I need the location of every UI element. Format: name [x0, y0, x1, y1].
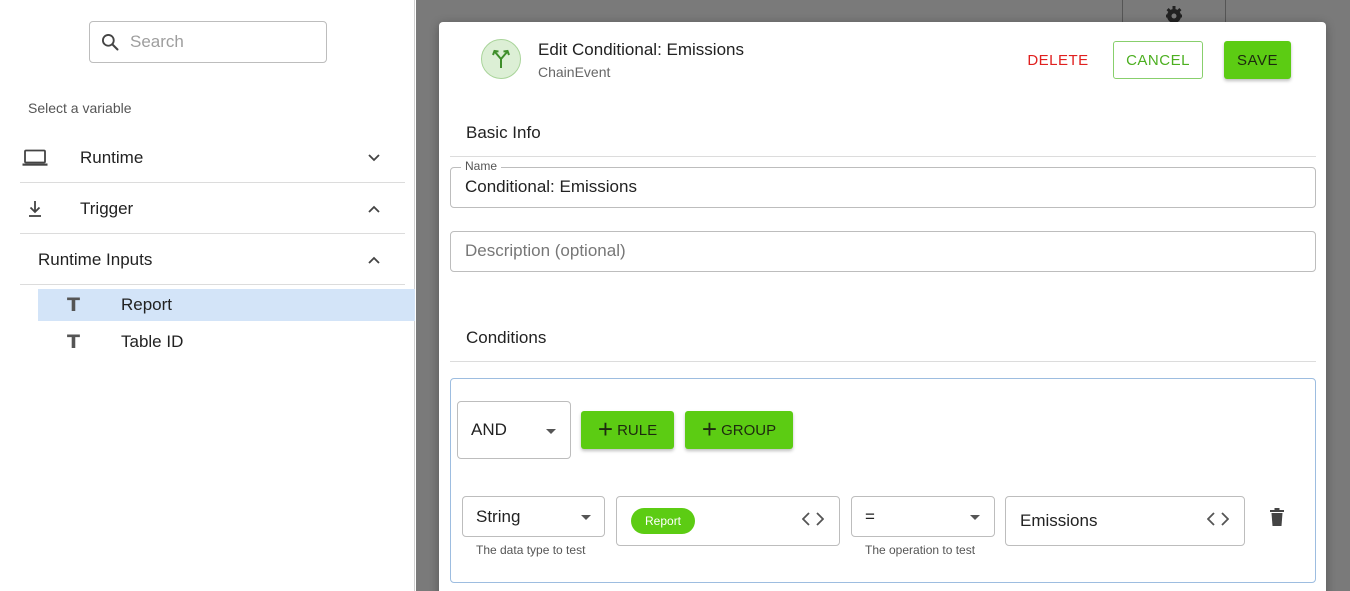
- text-type-icon: T: [67, 331, 80, 353]
- gear-icon: [1166, 6, 1182, 23]
- description-input[interactable]: [465, 241, 1285, 261]
- input-item-label: Report: [121, 295, 173, 314]
- name-input[interactable]: [465, 177, 1285, 197]
- data-type-select[interactable]: String: [462, 496, 605, 537]
- search-box[interactable]: [89, 21, 327, 63]
- add-group-button[interactable]: + GROUP: [685, 411, 793, 449]
- conditions-builder: AND + RULE + GROUP String The data type …: [450, 378, 1316, 583]
- branch-icon: [481, 39, 521, 79]
- plus-icon: +: [701, 413, 718, 444]
- operator-helper: The operation to test: [865, 543, 976, 557]
- add-group-label: GROUP: [721, 421, 777, 439]
- plus-icon: +: [597, 413, 614, 444]
- dropdown-arrow-icon: [546, 429, 556, 434]
- sidebar-item-label: Runtime Inputs: [38, 249, 153, 269]
- input-item-report[interactable]: T Report: [38, 289, 415, 321]
- right-operand-value: Emissions: [1020, 511, 1098, 530]
- edit-conditional-dialog: Edit Conditional: Emissions ChainEvent D…: [439, 22, 1326, 591]
- search-input[interactable]: [130, 32, 310, 52]
- combinator-select[interactable]: AND: [457, 401, 571, 459]
- dropdown-arrow-icon: [970, 515, 980, 520]
- dropdown-arrow-icon: [581, 515, 591, 520]
- operator-value: =: [865, 506, 875, 526]
- name-field[interactable]: Name: [450, 159, 1316, 208]
- basic-info-heading: Basic Info: [466, 123, 541, 142]
- delete-button[interactable]: DELETE: [1019, 42, 1097, 78]
- operator-select[interactable]: =: [851, 496, 995, 537]
- code-icon[interactable]: [1207, 511, 1229, 527]
- left-operand-input[interactable]: Report: [616, 496, 840, 546]
- chevron-up-icon[interactable]: [367, 202, 381, 216]
- chevron-up-icon[interactable]: [367, 253, 381, 267]
- save-button[interactable]: SAVE: [1224, 41, 1291, 79]
- search-icon: [102, 34, 119, 51]
- text-type-icon: T: [67, 294, 80, 316]
- trash-icon[interactable]: [1269, 508, 1285, 526]
- data-type-helper: The data type to test: [476, 543, 586, 557]
- combinator-value: AND: [471, 420, 507, 439]
- description-field[interactable]: [450, 231, 1316, 272]
- download-arrow-icon: [22, 199, 48, 219]
- sidebar-item-runtime[interactable]: Runtime: [20, 133, 405, 183]
- input-item-table-id[interactable]: T Table ID: [38, 326, 415, 358]
- right-operand-input[interactable]: Emissions: [1005, 496, 1245, 546]
- divider: [450, 156, 1316, 157]
- chevron-down-icon[interactable]: [367, 151, 381, 165]
- variable-chip[interactable]: Report: [631, 508, 696, 534]
- dialog-subtitle: ChainEvent: [538, 64, 611, 80]
- input-item-label: Table ID: [121, 332, 184, 351]
- cancel-button[interactable]: CANCEL: [1113, 41, 1203, 79]
- conditions-heading: Conditions: [466, 328, 547, 347]
- code-icon[interactable]: [802, 511, 824, 527]
- add-rule-button[interactable]: + RULE: [581, 411, 674, 449]
- divider: [450, 361, 1316, 362]
- sidebar-item-label: Runtime: [80, 147, 144, 167]
- variable-sidebar: Select a variable Runtime Trigger Runtim…: [0, 0, 415, 591]
- name-field-label: Name: [461, 159, 502, 173]
- sidebar-item-trigger[interactable]: Trigger: [20, 184, 405, 234]
- dialog-title: Edit Conditional: Emissions: [538, 40, 744, 59]
- select-variable-label: Select a variable: [28, 100, 132, 116]
- laptop-icon: [22, 148, 48, 168]
- add-rule-label: RULE: [617, 421, 658, 439]
- sidebar-item-runtime-inputs[interactable]: Runtime Inputs: [20, 235, 405, 285]
- data-type-value: String: [476, 506, 521, 526]
- sidebar-item-label: Trigger: [80, 198, 134, 218]
